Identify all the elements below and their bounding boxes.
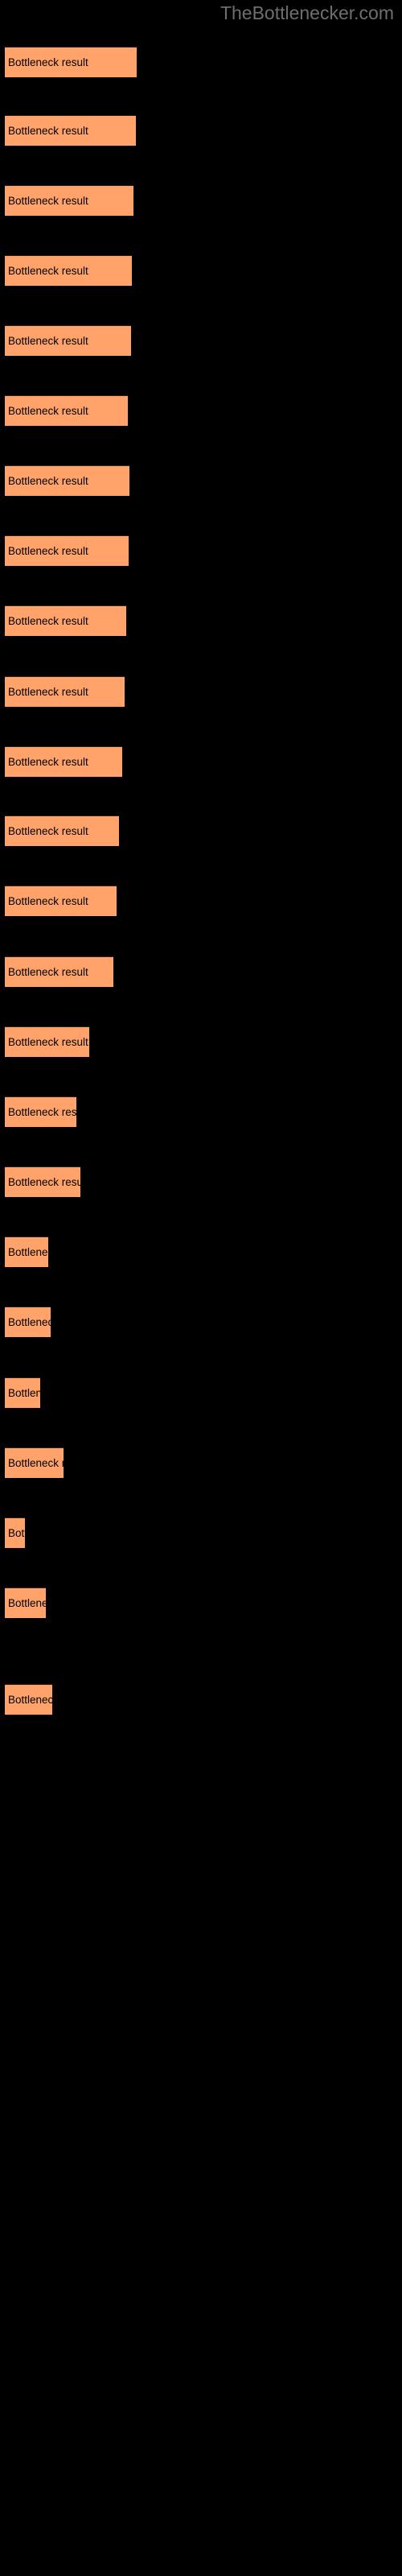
bar-7[interactable]: Bottleneck result	[5, 465, 129, 496]
bar-label: Bottleneck result	[8, 1175, 80, 1188]
bar-5[interactable]: Bottleneck result	[5, 325, 131, 356]
bar-label: Bottleneck result	[8, 404, 88, 417]
bar-22[interactable]: Bottleneck result	[5, 1517, 25, 1548]
bar-15[interactable]: Bottleneck result	[5, 1026, 89, 1057]
bar-label: Bottleneck result	[8, 1035, 88, 1048]
bar-10[interactable]: Bottleneck result	[5, 676, 125, 707]
bar-2[interactable]: Bottleneck result	[5, 115, 136, 146]
bar-11[interactable]: Bottleneck result	[5, 746, 122, 777]
bar-chart: Bottleneck result Bottleneck result Bottle…	[0, 0, 402, 2576]
bar-14[interactable]: Bottleneck result	[5, 956, 113, 987]
bar-label: Bottleneck result	[8, 1386, 40, 1399]
bar-4[interactable]: Bottleneck result	[5, 255, 132, 286]
bar-16[interactable]: Bottleneck result	[5, 1096, 76, 1127]
bar-21[interactable]: Bottleneck result	[5, 1447, 64, 1478]
bar-13[interactable]: Bottleneck result	[5, 886, 117, 916]
bar-label: Bottleneck result	[8, 1245, 48, 1258]
bar-6[interactable]: Bottleneck result	[5, 395, 128, 426]
bar-label: Bottleneck result	[8, 894, 88, 907]
bar-label: Bottleneck result	[8, 334, 88, 347]
bar-label: Bottleneck result	[8, 1693, 52, 1706]
bar-9[interactable]: Bottleneck result	[5, 605, 126, 636]
bar-label: Bottleneck result	[8, 1526, 25, 1539]
bar-23[interactable]: Bottleneck result	[5, 1587, 46, 1618]
bar-label: Bottleneck result	[8, 614, 88, 627]
bar-label: Bottleneck result	[8, 824, 88, 837]
bar-label: Bottleneck result	[8, 544, 88, 557]
bar-8[interactable]: Bottleneck result	[5, 535, 129, 566]
bar-1[interactable]: Bottleneck result	[5, 47, 137, 77]
bar-label: Bottleneck result	[8, 755, 88, 768]
bar-18[interactable]: Bottleneck result	[5, 1236, 48, 1267]
bar-label: Bottleneck result	[8, 965, 88, 978]
bar-19[interactable]: Bottleneck result	[5, 1307, 51, 1337]
bar-20[interactable]: Bottleneck result	[5, 1377, 40, 1408]
bar-label: Bottleneck result	[8, 1456, 64, 1469]
chart-canvas: TheBottlenecker.com Bottleneck result Bot…	[0, 0, 402, 2576]
bar-24[interactable]: Bottleneck result	[5, 1684, 52, 1715]
bar-label: Bottleneck result	[8, 1105, 76, 1118]
bar-label: Bottleneck result	[8, 194, 88, 207]
bar-label: Bottleneck result	[8, 56, 88, 68]
bar-label: Bottleneck result	[8, 474, 88, 487]
bar-label: Bottleneck result	[8, 1596, 46, 1609]
bar-17[interactable]: Bottleneck result	[5, 1166, 80, 1197]
bar-label: Bottleneck result	[8, 124, 88, 137]
bar-3[interactable]: Bottleneck result	[5, 185, 133, 216]
bar-label: Bottleneck result	[8, 685, 88, 698]
bar-label: Bottleneck result	[8, 1315, 51, 1328]
bar-label: Bottleneck result	[8, 264, 88, 277]
bar-12[interactable]: Bottleneck result	[5, 815, 119, 846]
